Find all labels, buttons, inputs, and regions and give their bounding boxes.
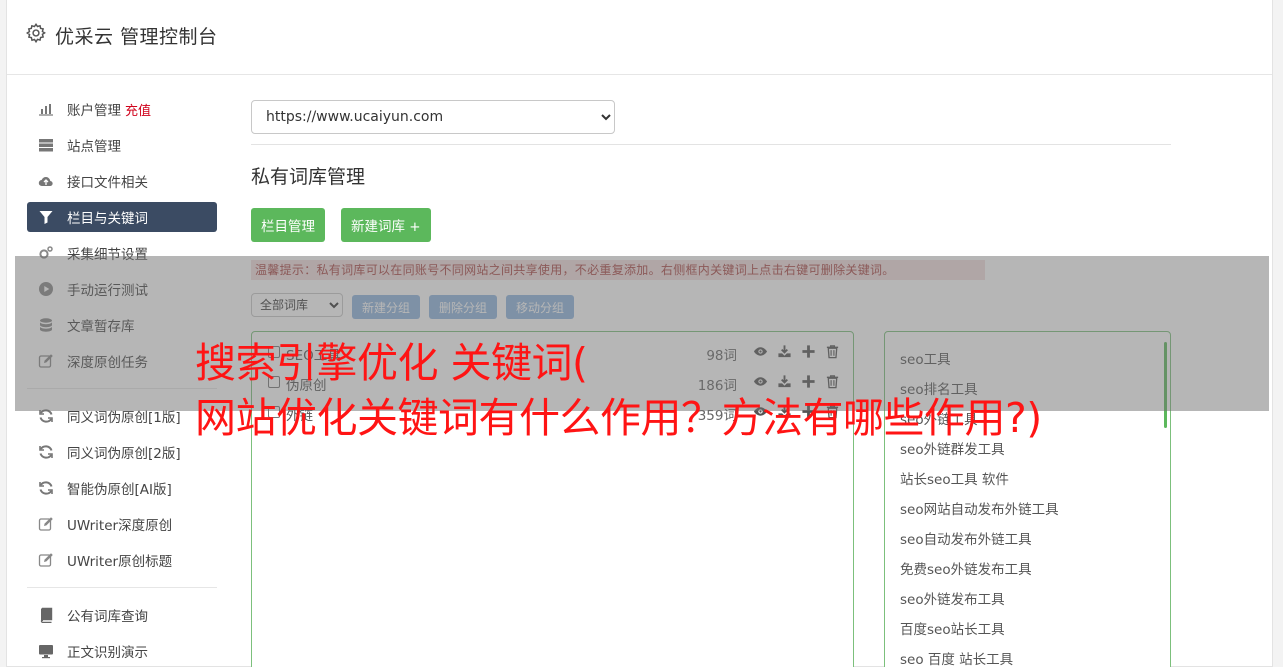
sidebar-item-account[interactable]: 账户管理 充值 <box>27 94 217 124</box>
sidebar-item-label: 公有词库查询 <box>67 609 148 625</box>
sidebar-item-label: 接口文件相关 <box>67 175 148 191</box>
keyword-item[interactable]: 免费seo外链发布工具 <box>900 558 1032 578</box>
sidebar-item-sites[interactable]: 站点管理 <box>27 130 217 160</box>
sidebar-divider <box>27 587 217 588</box>
sidebar-item-label: 账户管理 <box>67 103 121 119</box>
sidebar-item-synonym-v2[interactable]: 同义词伪原创[2版] <box>27 437 217 467</box>
recharge-link[interactable]: 充值 <box>125 100 151 119</box>
sidebar-item-ai-rewrite[interactable]: 智能伪原创[AI版] <box>27 473 217 503</box>
sidebar-item-label: 智能伪原创[AI版] <box>67 482 172 498</box>
divider <box>251 144 1171 145</box>
sidebar-item-label: 同义词伪原创[2版] <box>67 446 181 462</box>
keyword-item[interactable]: seo 百度 站长工具 <box>900 648 1013 667</box>
section-title: 私有词库管理 <box>251 166 366 188</box>
overlay-line-1: 搜索引擎优化 关键词( <box>195 339 588 387</box>
monitor-icon <box>37 643 55 659</box>
keyword-item[interactable]: 百度seo站长工具 <box>900 618 1005 638</box>
sidebar-item-label: UWriter深度原创 <box>67 518 173 534</box>
new-library-button[interactable]: 新建词库 + <box>341 208 431 242</box>
overlay-line-2: 网站优化关键词有什么作用？方法有哪些作用?) <box>195 394 1042 442</box>
sidebar-item-text-recognition[interactable]: 正文识别演示 <box>27 636 217 666</box>
sidebar-item-uwriter-deep[interactable]: UWriter深度原创 <box>27 509 217 539</box>
top-bar: 优采云 管理控制台 <box>7 0 1272 75</box>
keyword-item[interactable]: seo自动发布外链工具 <box>900 528 1032 548</box>
sidebar-item-interface-files[interactable]: 接口文件相关 <box>27 166 217 196</box>
column-manage-button[interactable]: 栏目管理 <box>251 208 325 242</box>
refresh-icon <box>37 480 55 496</box>
sidebar-item-label: 正文识别演示 <box>67 645 148 661</box>
edit-icon <box>37 552 55 568</box>
main-content: https://www.ucaiyun.com 私有词库管理 栏目管理 新建词库… <box>251 100 1171 667</box>
filter-icon <box>37 209 55 225</box>
bar-chart-icon <box>37 101 55 117</box>
sidebar-item-columns-keywords[interactable]: 栏目与关键词 <box>27 202 217 232</box>
sidebar-item-label: 栏目与关键词 <box>67 211 148 227</box>
sidebar-item-public-library[interactable]: 公有词库查询 <box>27 600 217 630</box>
keyword-item[interactable]: 站长seo工具 软件 <box>900 468 1009 488</box>
cloud-upload-icon <box>37 173 55 189</box>
overlay-headline: 搜索引擎优化 关键词( 网站优化关键词有什么作用？方法有哪些作用?) <box>195 336 1255 446</box>
refresh-icon <box>37 444 55 460</box>
site-select[interactable]: https://www.ucaiyun.com <box>251 100 615 134</box>
keyword-item[interactable]: seo网站自动发布外链工具 <box>900 498 1059 518</box>
sidebar-item-label: 站点管理 <box>67 139 121 155</box>
edit-icon <box>37 516 55 532</box>
sidebar-item-uwriter-title[interactable]: UWriter原创标题 <box>27 545 217 575</box>
gear-icon <box>25 22 47 44</box>
server-icon <box>37 137 55 153</box>
sidebar-item-label: UWriter原创标题 <box>67 554 173 570</box>
page-title: 优采云 管理控制台 <box>55 26 218 48</box>
keyword-item[interactable]: seo外链发布工具 <box>900 588 1005 608</box>
book-icon <box>37 607 55 623</box>
